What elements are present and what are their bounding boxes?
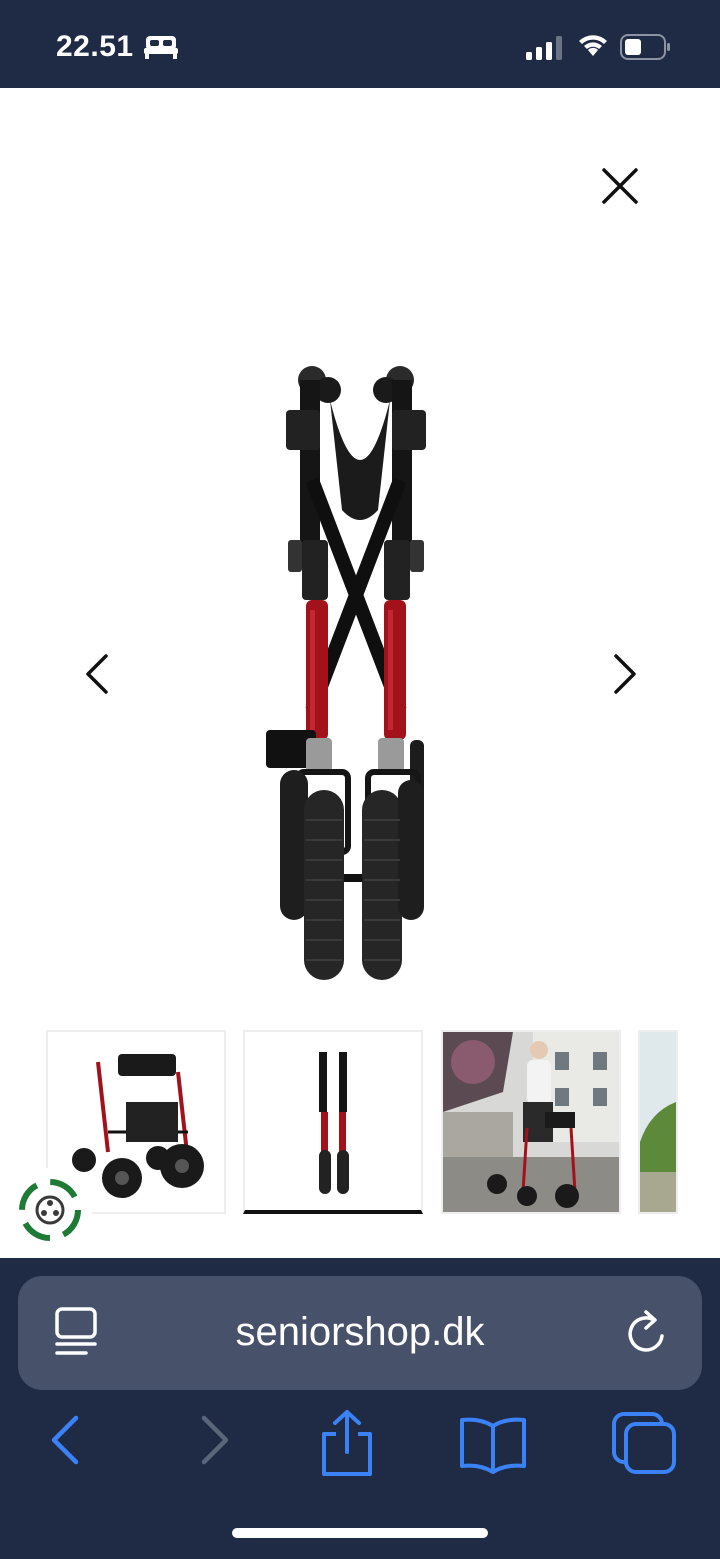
wifi-icon bbox=[579, 35, 607, 56]
thumbnail-outdoor[interactable] bbox=[638, 1030, 678, 1214]
forward-icon[interactable] bbox=[194, 1408, 234, 1472]
thumbnail-rollator-folded[interactable] bbox=[243, 1030, 423, 1214]
status-bar: 22.51 bbox=[0, 0, 720, 88]
address-bar[interactable]: seniorshop.dk bbox=[18, 1276, 702, 1390]
battery-icon bbox=[620, 34, 670, 60]
folded-rollator-image bbox=[266, 366, 426, 980]
reload-icon[interactable] bbox=[624, 1306, 672, 1358]
bookmarks-icon[interactable] bbox=[458, 1414, 528, 1474]
chevron-left-icon[interactable] bbox=[80, 652, 116, 696]
status-time: 22.51 bbox=[56, 30, 134, 63]
cellular-signal-icon bbox=[526, 36, 562, 60]
chevron-right-icon[interactable] bbox=[606, 652, 642, 696]
bed-icon bbox=[144, 36, 178, 59]
browser-toolbar: seniorshop.dk bbox=[0, 1258, 720, 1559]
rollator-folded-image bbox=[319, 1052, 349, 1194]
thumbnail-woman-with-rollator[interactable] bbox=[441, 1030, 621, 1214]
back-icon[interactable] bbox=[46, 1408, 86, 1472]
close-icon[interactable] bbox=[598, 164, 642, 208]
url-text[interactable]: seniorshop.dk bbox=[18, 1310, 702, 1355]
home-indicator[interactable] bbox=[232, 1528, 488, 1538]
recycle-badge-icon[interactable] bbox=[8, 1168, 92, 1252]
woman-with-rollator-image bbox=[443, 1032, 619, 1212]
share-icon[interactable] bbox=[318, 1408, 376, 1478]
outdoor-image bbox=[640, 1032, 676, 1212]
tabs-icon[interactable] bbox=[610, 1410, 680, 1476]
thumbnail-strip bbox=[0, 1030, 720, 1220]
